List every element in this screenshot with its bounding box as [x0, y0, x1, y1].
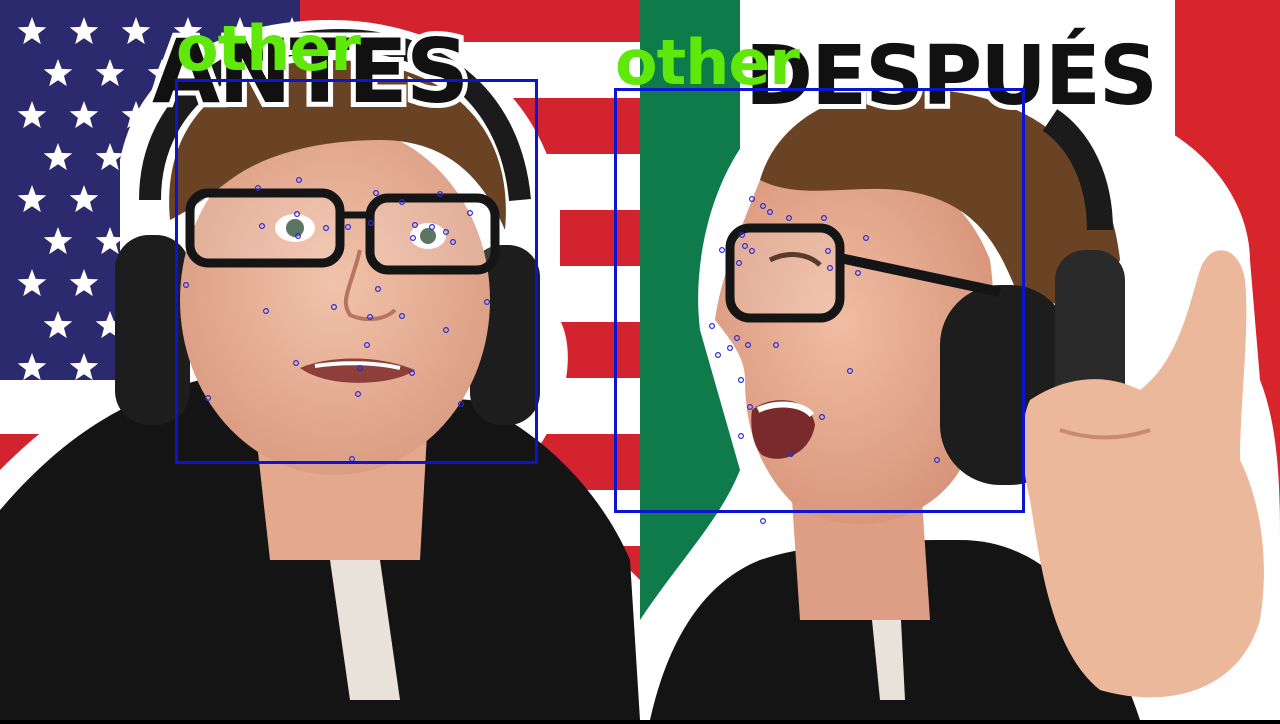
detection-label-left: other — [176, 12, 361, 85]
detection-label-right: other — [615, 26, 800, 99]
title-despues: DESPUÉS — [740, 29, 1163, 124]
photo-stage: ANTES DESPUÉS other other — [0, 0, 1280, 720]
right-person — [640, 70, 1280, 720]
